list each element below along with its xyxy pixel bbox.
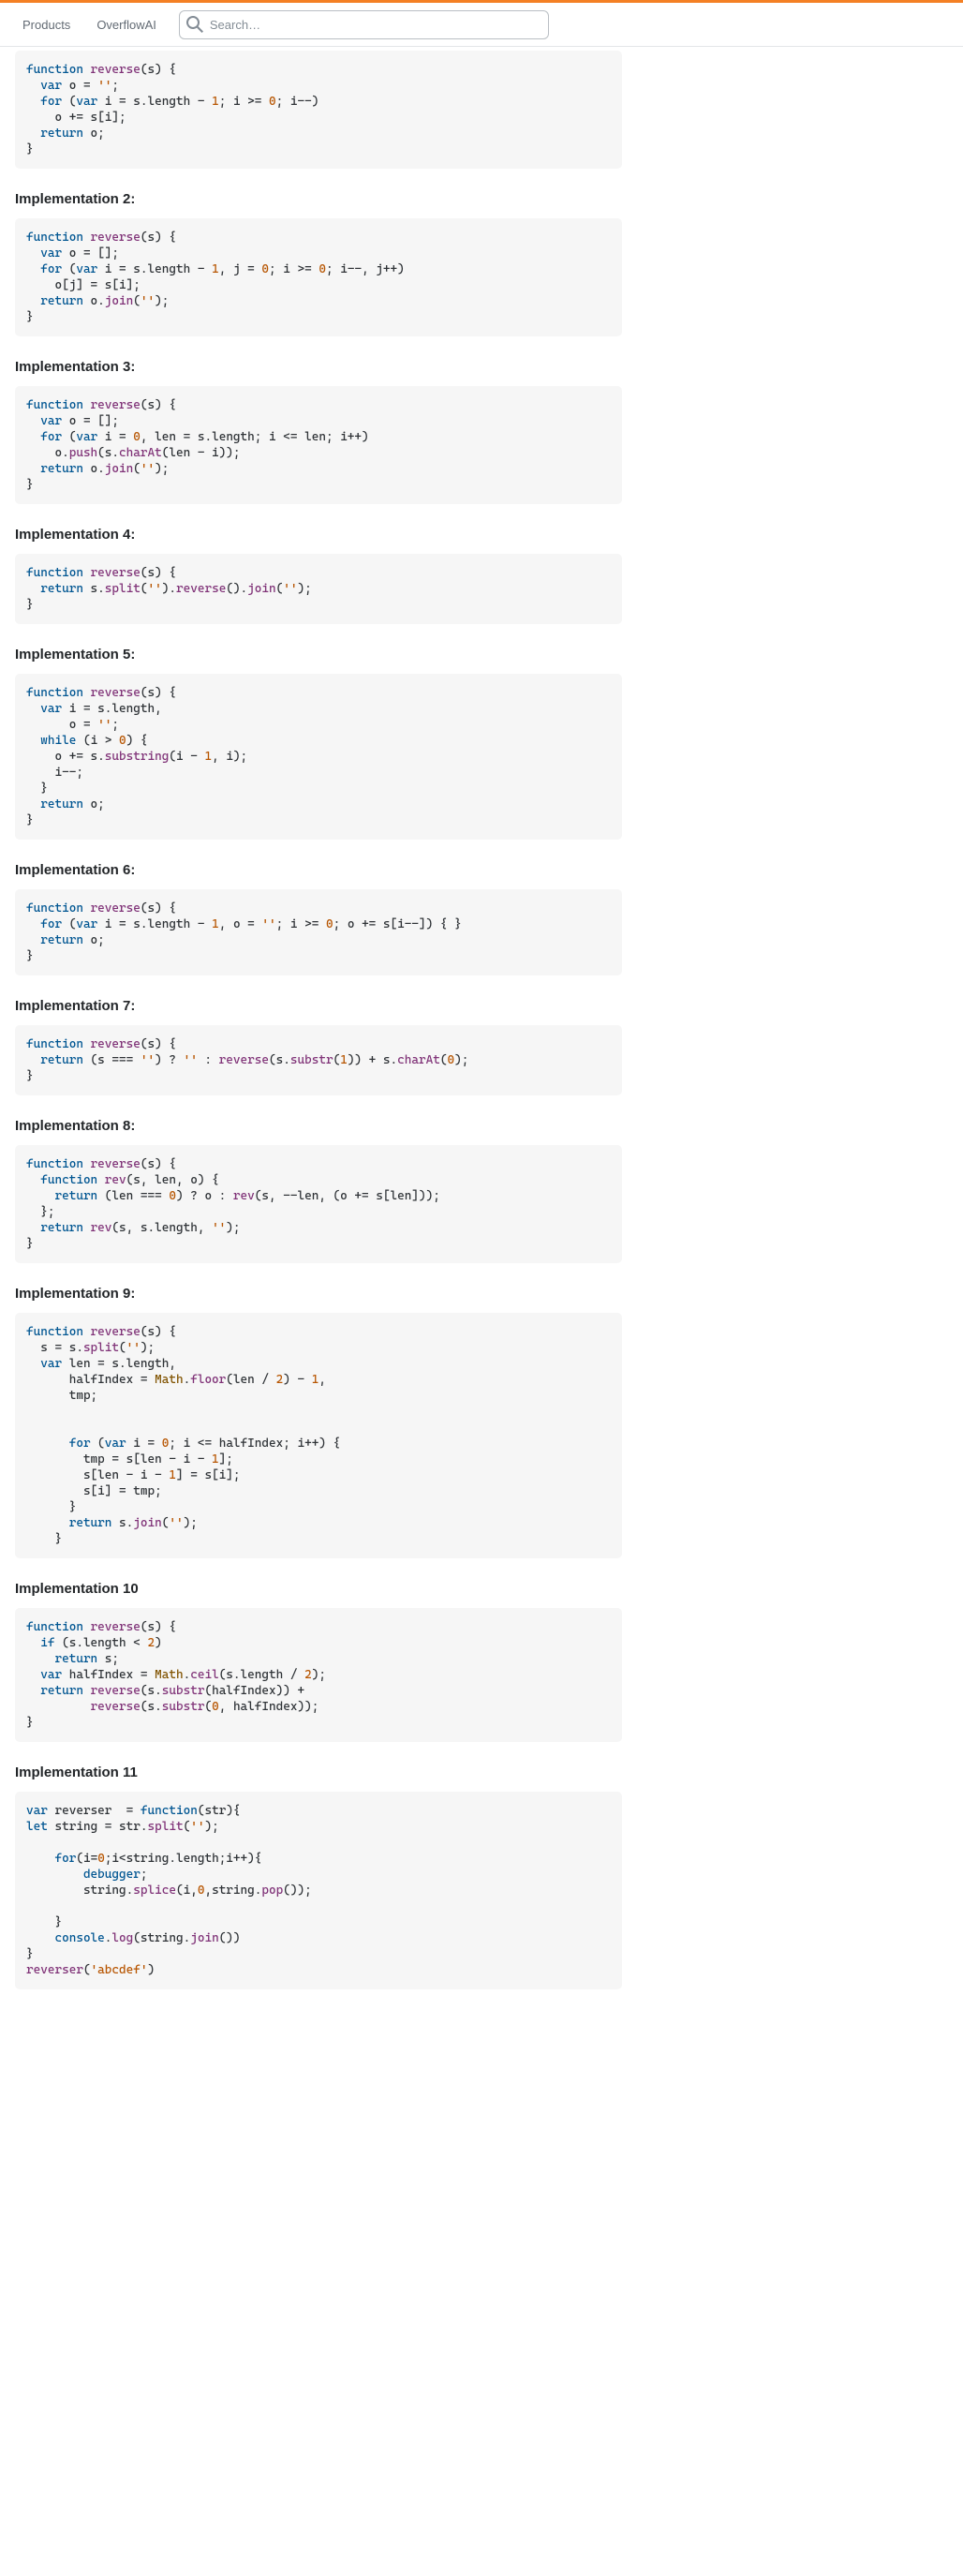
code-block[interactable]: function reverse(s) { var i = s.length, …: [15, 674, 622, 840]
code-block[interactable]: function reverse(s) { return (s === '') …: [15, 1025, 622, 1095]
code-block[interactable]: function reverse(s) { return s.split('')…: [15, 554, 622, 624]
implementation-heading: Implementation 9:: [15, 1286, 622, 1302]
implementation-heading: Implementation 3:: [15, 359, 622, 375]
implementation-heading: Implementation 7:: [15, 998, 622, 1014]
code-block[interactable]: function reverse(s) { var o = ''; for (v…: [15, 51, 622, 169]
topbar: Products OverflowAI: [0, 3, 963, 47]
implementation-heading: Implementation 2:: [15, 191, 622, 207]
implementation-heading: Implementation 6:: [15, 862, 622, 878]
search-icon: [186, 16, 203, 33]
code-block[interactable]: function reverse(s) { var o = []; for (v…: [15, 218, 622, 336]
code-block[interactable]: function reverse(s) { s = s.split(''); v…: [15, 1313, 622, 1558]
implementation-heading: Implementation 8:: [15, 1118, 622, 1134]
implementation-heading: Implementation 11: [15, 1764, 622, 1780]
code-block[interactable]: function reverse(s) { var o = []; for (v…: [15, 386, 622, 504]
code-block[interactable]: function reverse(s) { function rev(s, le…: [15, 1145, 622, 1263]
code-block[interactable]: function reverse(s) { if (s.length < 2) …: [15, 1608, 622, 1742]
answer-content: function reverse(s) { var o = ''; for (v…: [0, 47, 637, 2027]
implementation-heading: Implementation 10: [15, 1581, 622, 1597]
code-block[interactable]: var reverser = function(str){ let string…: [15, 1792, 622, 1989]
implementation-heading: Implementation 5:: [15, 647, 622, 663]
search-wrap: [179, 10, 549, 39]
nav-overflowai[interactable]: OverflowAI: [85, 12, 168, 37]
code-block[interactable]: function reverse(s) { for (var i = s.len…: [15, 889, 622, 975]
nav-products[interactable]: Products: [11, 12, 81, 37]
implementation-heading: Implementation 4:: [15, 527, 622, 543]
search-input[interactable]: [179, 10, 549, 39]
